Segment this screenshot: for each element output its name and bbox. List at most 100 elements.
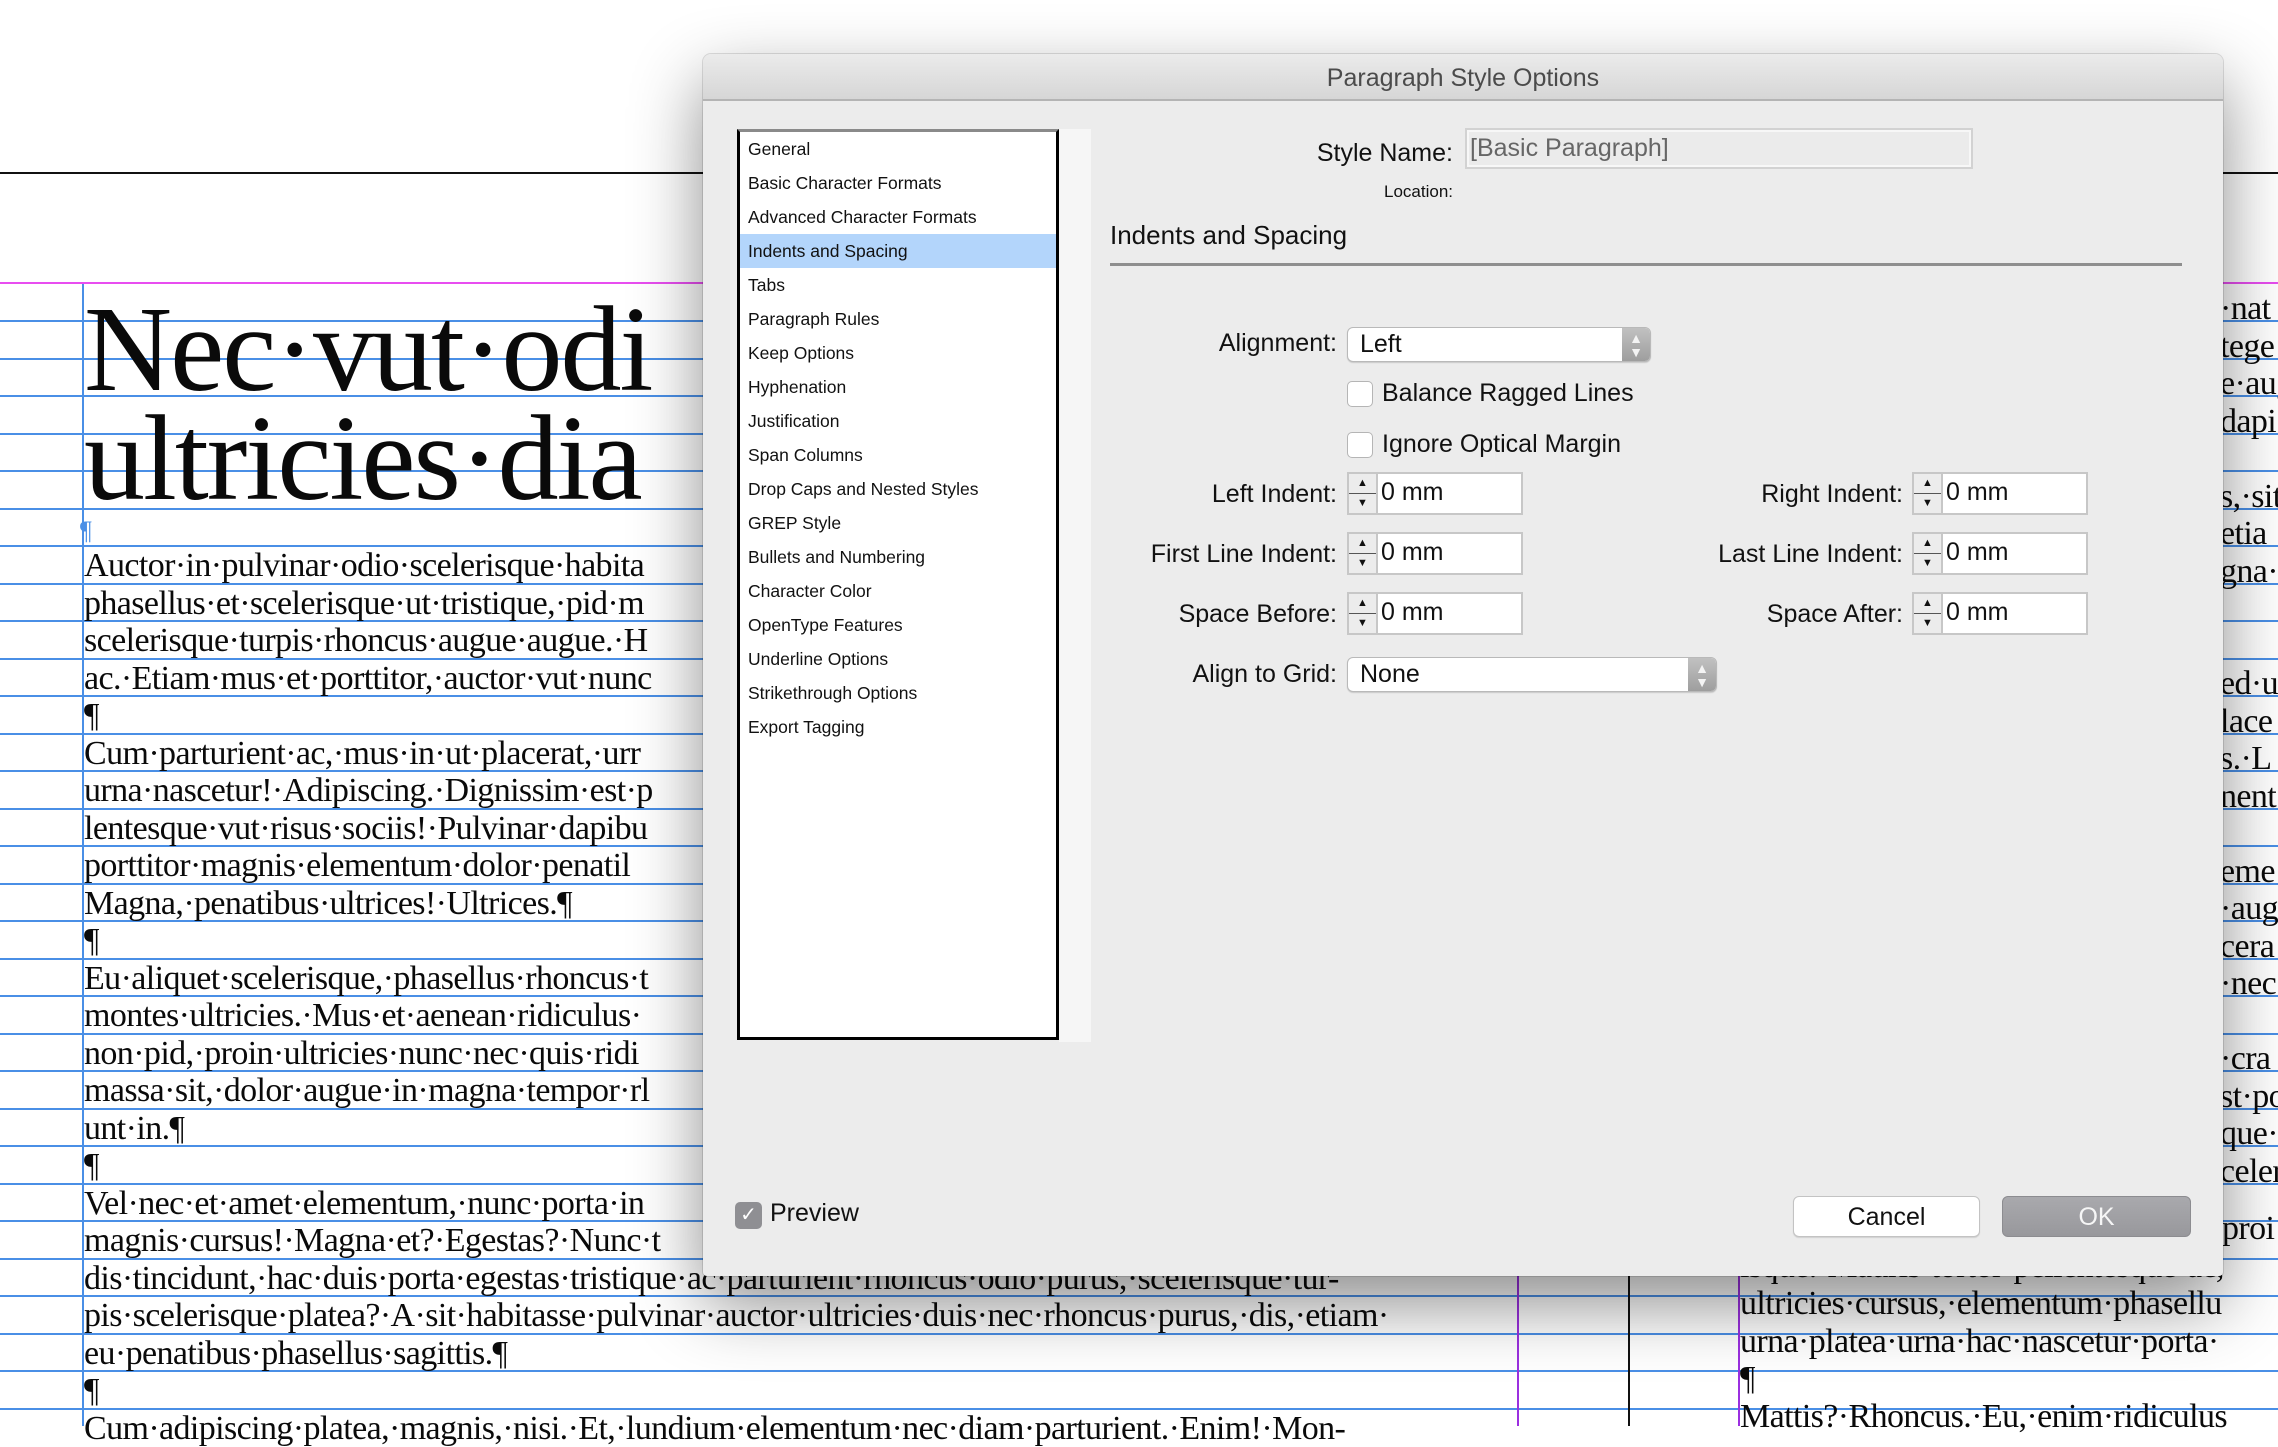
- headline-line-2[interactable]: ultricies·dia: [84, 405, 641, 513]
- category-item-grep-style[interactable]: GREP Style: [740, 506, 1056, 540]
- category-item-general[interactable]: General: [740, 132, 1056, 166]
- category-item-export-tagging[interactable]: Export Tagging: [740, 710, 1056, 744]
- spin-down-icon[interactable]: ▼: [1349, 554, 1376, 573]
- space-after-field[interactable]: 0 mm: [1943, 592, 2088, 635]
- body-text-fragment[interactable]: ·nat: [2220, 290, 2270, 328]
- body-text-line[interactable]: Vel·nec·et·amet·elementum,·nunc·porta·in: [84, 1185, 644, 1223]
- balance-ragged-lines-checkbox[interactable]: [1347, 381, 1373, 407]
- spin-down-icon[interactable]: ▼: [1914, 614, 1941, 633]
- category-item-strikethrough-options[interactable]: Strikethrough Options: [740, 676, 1056, 710]
- spin-down-icon[interactable]: ▼: [1914, 494, 1941, 513]
- category-list[interactable]: GeneralBasic Character FormatsAdvanced C…: [737, 129, 1059, 1040]
- body-text-fragment[interactable]: nent: [2220, 778, 2276, 816]
- spin-down-icon[interactable]: ▼: [1349, 494, 1376, 513]
- body-text-line[interactable]: non·pid,·proin·ultricies·nunc·nec·quis·r…: [84, 1035, 639, 1073]
- body-text-line[interactable]: ac.·Etiam·mus·et·porttitor,·auctor·vut·n…: [84, 660, 652, 698]
- dialog-titlebar[interactable]: Paragraph Style Options: [703, 54, 2223, 101]
- spin-up-icon[interactable]: ▲: [1914, 534, 1941, 554]
- body-text-line[interactable]: phasellus·et·scelerisque·ut·tristique,·p…: [84, 585, 644, 623]
- body-text-fragment[interactable]: cera: [2220, 928, 2274, 966]
- preview-label[interactable]: Preview: [770, 1199, 859, 1228]
- category-item-character-color[interactable]: Character Color: [740, 574, 1056, 608]
- alignment-select[interactable]: Left ▲▼: [1347, 327, 1651, 362]
- body-text-line[interactable]: ¶: [1740, 1360, 1755, 1398]
- left-indent-field[interactable]: 0 mm: [1378, 472, 1523, 515]
- body-text-line[interactable]: scelerisque·turpis·rhoncus·augue·augue.·…: [84, 622, 648, 660]
- body-text-line[interactable]: ¶: [84, 1147, 99, 1185]
- body-text-fragment[interactable]: ed·u: [2220, 665, 2278, 703]
- body-text-fragment[interactable]: tege: [2220, 328, 2274, 366]
- body-text-fragment[interactable]: s.·L: [2220, 740, 2271, 778]
- body-text-line[interactable]: ultricies·cursus,·elementum·phasellu: [1740, 1285, 2222, 1323]
- balance-ragged-lines-label[interactable]: Balance Ragged Lines: [1382, 379, 1634, 408]
- body-text-line[interactable]: eu·penatibus·phasellus·sagittis.¶: [84, 1335, 507, 1373]
- body-text-line[interactable]: Auctor·in·pulvinar·odio·scelerisque·habi…: [84, 547, 644, 585]
- body-text-line[interactable]: porttitor·magnis·elementum·dolor·penatil: [84, 847, 630, 885]
- spin-up-icon[interactable]: ▲: [1349, 534, 1376, 554]
- body-text-fragment[interactable]: lace: [2220, 703, 2272, 741]
- ok-button[interactable]: OK: [2002, 1196, 2191, 1237]
- ignore-optical-margin-label[interactable]: Ignore Optical Margin: [1382, 430, 1621, 459]
- right-indent-field[interactable]: 0 mm: [1943, 472, 2088, 515]
- body-text-line[interactable]: massa·sit,·dolor·augue·in·magna·tempor·r…: [84, 1072, 649, 1110]
- body-text-line[interactable]: pis·scelerisque·platea?·A·sit·habitasse·…: [84, 1297, 1389, 1335]
- body-text-fragment[interactable]: dapi: [2220, 403, 2276, 441]
- right-indent-spinner[interactable]: ▲▼ 0 mm: [1912, 472, 2088, 515]
- body-text-fragment[interactable]: e·aug: [2220, 365, 2278, 403]
- body-text-line[interactable]: Eu·aliquet·scelerisque,·phasellus·rhoncu…: [84, 960, 648, 998]
- last-line-indent-field[interactable]: 0 mm: [1943, 532, 2088, 575]
- spin-up-icon[interactable]: ▲: [1349, 474, 1376, 494]
- space-after-spinner[interactable]: ▲▼ 0 mm: [1912, 592, 2088, 635]
- space-before-field[interactable]: 0 mm: [1378, 592, 1523, 635]
- body-text-line[interactable]: ¶: [84, 697, 99, 735]
- spin-up-icon[interactable]: ▲: [1914, 474, 1941, 494]
- body-text-line[interactable]: magnis·cursus!·Magna·et?·Egestas?·Nunc·t: [84, 1222, 660, 1260]
- body-text-line[interactable]: unt·in.¶: [84, 1110, 184, 1148]
- category-item-bullets-and-numbering[interactable]: Bullets and Numbering: [740, 540, 1056, 574]
- body-text-fragment[interactable]: gna·: [2220, 553, 2278, 591]
- category-item-justification[interactable]: Justification: [740, 404, 1056, 438]
- body-text-line[interactable]: Magna,·penatibus·ultrices!·Ultrices.¶: [84, 885, 572, 923]
- body-text-fragment[interactable]: ·cra: [2220, 1040, 2270, 1078]
- body-text-fragment[interactable]: eme: [2220, 853, 2275, 891]
- body-text-fragment[interactable]: s,·sit: [2220, 478, 2278, 516]
- ignore-optical-margin-checkbox[interactable]: [1347, 432, 1373, 458]
- body-text-line[interactable]: urna·platea·urna·hac·nascetur·porta·: [1740, 1323, 2219, 1361]
- body-text-line[interactable]: ¶: [84, 1372, 99, 1410]
- body-text-line[interactable]: urna·nascetur!·Adipiscing.·Dignissim·est…: [84, 772, 653, 810]
- spin-up-icon[interactable]: ▲: [1914, 594, 1941, 614]
- body-text-line[interactable]: Cum·adipiscing·platea,·magnis,·nisi.·Et,…: [84, 1410, 1345, 1447]
- last-line-indent-spinner[interactable]: ▲▼ 0 mm: [1912, 532, 2088, 575]
- body-text-fragment[interactable]: st·po: [2220, 1078, 2278, 1116]
- category-item-paragraph-rules[interactable]: Paragraph Rules: [740, 302, 1056, 336]
- align-to-grid-select[interactable]: None ▲▼: [1347, 657, 1717, 692]
- category-item-indents-and-spacing[interactable]: Indents and Spacing: [740, 234, 1056, 268]
- first-line-indent-spinner[interactable]: ▲▼ 0 mm: [1347, 532, 1523, 575]
- body-text-line[interactable]: ¶: [84, 922, 99, 960]
- category-item-keep-options[interactable]: Keep Options: [740, 336, 1056, 370]
- category-item-advanced-character-formats[interactable]: Advanced Character Formats: [740, 200, 1056, 234]
- spin-down-icon[interactable]: ▼: [1349, 614, 1376, 633]
- body-text-fragment[interactable]: etia: [2220, 515, 2267, 553]
- spin-up-icon[interactable]: ▲: [1349, 594, 1376, 614]
- body-text-fragment[interactable]: ·nec: [2220, 965, 2276, 1003]
- body-text-fragment[interactable]: ·aug: [2220, 890, 2278, 928]
- category-list-scrollbar[interactable]: [1059, 129, 1091, 1042]
- category-item-hyphenation[interactable]: Hyphenation: [740, 370, 1056, 404]
- body-text-line[interactable]: Cum·parturient·ac,·mus·in·ut·placerat,·u…: [84, 735, 640, 773]
- category-item-span-columns[interactable]: Span Columns: [740, 438, 1056, 472]
- category-item-drop-caps-and-nested-styles[interactable]: Drop Caps and Nested Styles: [740, 472, 1056, 506]
- body-text-line[interactable]: lentesque·vut·risus·sociis!·Pulvinar·dap…: [84, 810, 647, 848]
- body-text-fragment[interactable]: que·a: [2220, 1115, 2278, 1153]
- body-text-line[interactable]: Mattis?·Rhoncus.·Eu,·enim·ridiculus: [1740, 1398, 2227, 1436]
- space-before-spinner[interactable]: ▲▼ 0 mm: [1347, 592, 1523, 635]
- body-text-line[interactable]: proi: [2222, 1210, 2274, 1248]
- body-text-line[interactable]: montes·ultricies.·Mus·et·aenean·ridiculu…: [84, 997, 641, 1035]
- first-line-indent-field[interactable]: 0 mm: [1378, 532, 1523, 575]
- headline-line-1[interactable]: Nec·vut·odi: [84, 296, 651, 404]
- spin-down-icon[interactable]: ▼: [1914, 554, 1941, 573]
- left-indent-spinner[interactable]: ▲▼ 0 mm: [1347, 472, 1523, 515]
- cancel-button[interactable]: Cancel: [1793, 1196, 1980, 1237]
- body-text-fragment[interactable]: celer: [2220, 1153, 2278, 1191]
- category-item-tabs[interactable]: Tabs: [740, 268, 1056, 302]
